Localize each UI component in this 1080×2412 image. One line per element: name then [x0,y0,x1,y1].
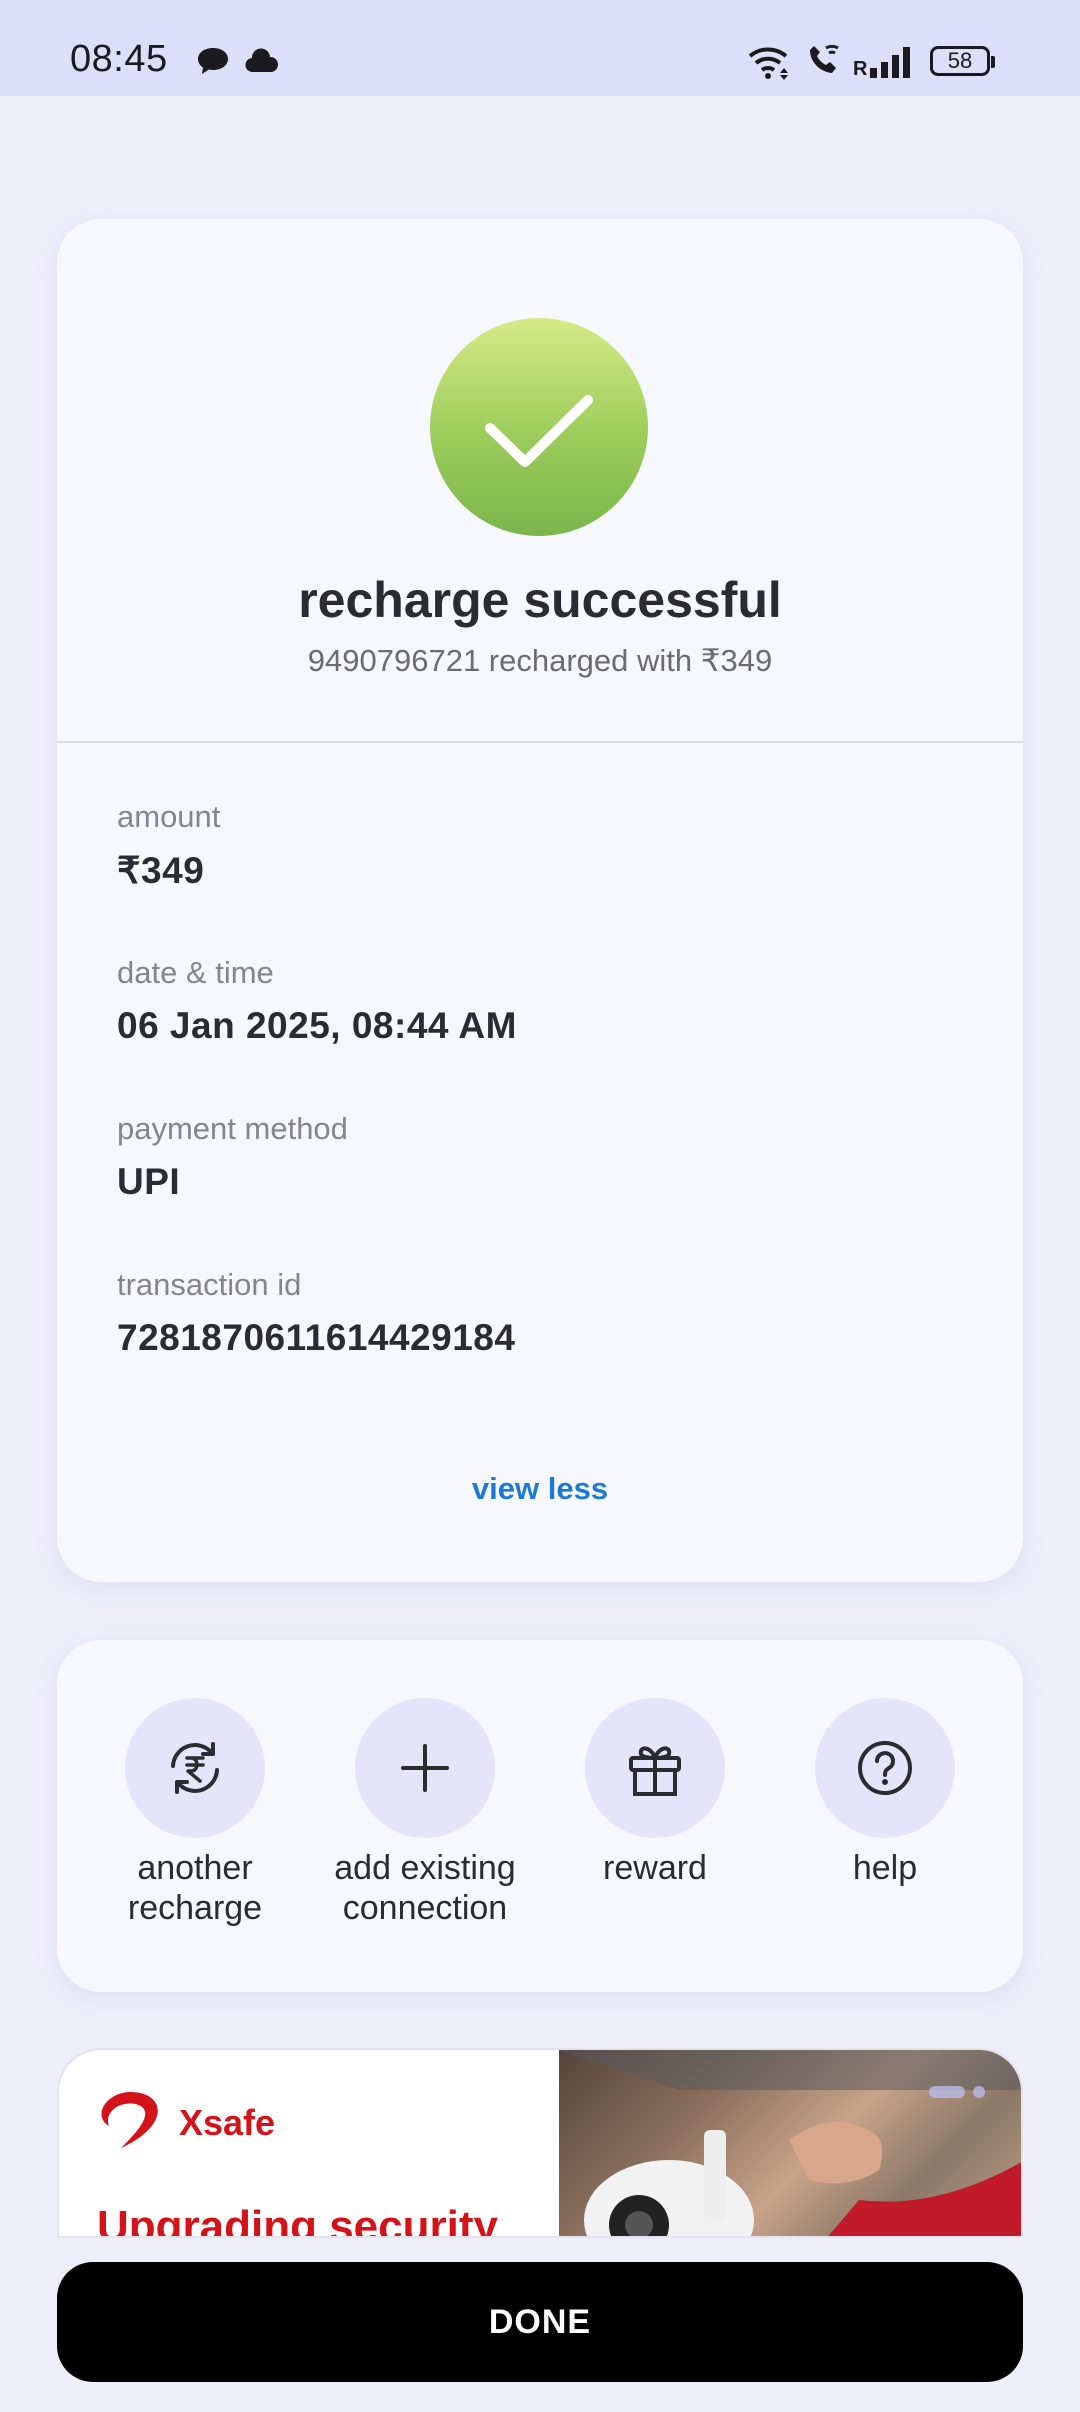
done-button[interactable]: DONE [57,2262,1023,2382]
detail-value: UPI [117,1161,181,1202]
rupee-refresh-icon [171,1742,219,1794]
detail-value: 7281870611614429184 [117,1317,516,1358]
success-check-icon [430,318,648,536]
carousel-dot [973,2086,985,2098]
banner-camera-image [559,2050,1021,2236]
detail-transaction-id: transaction id 7281870611614429184 [117,1267,515,1359]
action-label: reward [603,1849,707,1887]
gift-icon [629,1746,681,1796]
divider [57,741,1023,743]
recharge-summary-card: recharge successful 9490796721 recharged… [57,219,1023,1582]
detail-payment-method: payment method UPI [117,1111,348,1203]
quick-actions-card: another recharge add existing connection… [57,1640,1023,1992]
action-icon-circle[interactable] [355,1698,495,1838]
plus-icon [401,1744,449,1792]
action-label: add existing connection [334,1849,516,1927]
detail-label: amount [117,799,221,834]
detail-date-time: date & time 06 Jan 2025, 08:44 AM [117,955,517,1047]
carousel-dots [929,2086,985,2098]
detail-value: 06 Jan 2025, 08:44 AM [117,1005,517,1046]
action-add-existing-connection[interactable]: add existing connection [310,1698,540,1928]
action-label: another recharge [127,1849,263,1927]
detail-label: date & time [117,955,274,990]
action-icon-circle[interactable] [125,1698,265,1838]
bottom-bar: DONE [0,2240,1080,2412]
action-help[interactable]: help [770,1698,1000,1888]
wifi-icon [748,47,788,80]
action-icon-circle[interactable] [585,1698,725,1838]
help-icon [858,1741,912,1795]
banner-headline: Upgrading security [97,2202,498,2238]
carousel-dot [929,2086,965,2098]
chat-bubble-icon [198,48,228,74]
success-subtitle: 9490796721 recharged with ₹349 [307,643,773,678]
cloud-icon [245,48,279,73]
signal-icon [870,47,910,78]
detail-value: ₹349 [117,850,205,891]
action-icon-circle[interactable] [815,1698,955,1838]
airtel-logo-icon [101,2092,158,2148]
success-title: recharge successful [298,572,782,628]
detail-label: transaction id [117,1267,302,1302]
wifi-call-icon [810,44,839,73]
detail-amount: amount ₹349 [117,799,220,892]
camera-illustration [559,2050,1021,2236]
status-time: 08:45 [70,38,168,80]
action-reward[interactable]: reward [540,1698,770,1888]
promo-banner[interactable]: Xsafe Upgrading security [57,2048,1023,2238]
action-label: help [852,1849,918,1887]
detail-label: payment method [117,1111,348,1146]
view-less-link[interactable]: view less [57,1471,1023,1507]
battery-icon: 58 [930,46,995,76]
status-bar: 08:45 R 58 [0,0,1080,96]
action-another-recharge[interactable]: another recharge [80,1698,310,1928]
banner-brand: Xsafe [179,2102,276,2143]
